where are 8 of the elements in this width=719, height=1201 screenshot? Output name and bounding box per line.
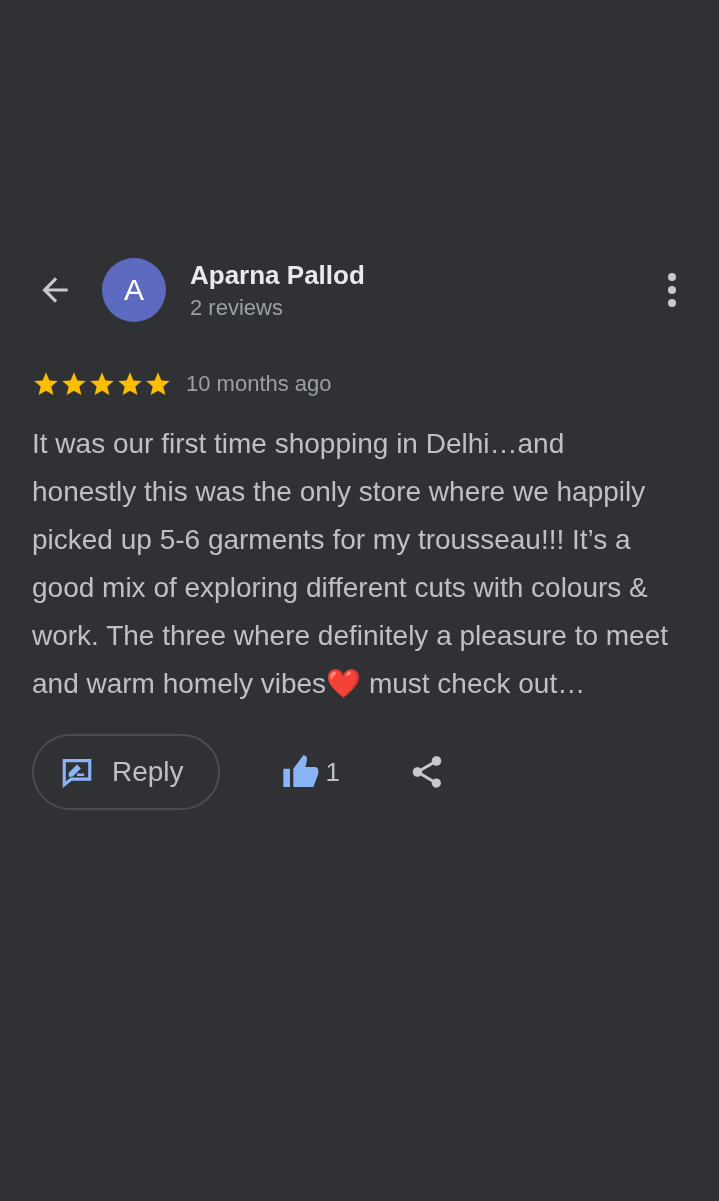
review-text: It was our first time shopping in Delhi…and honestly this was the only store where we happily picked up 5-6 garments for my trousseau!!! It’s a good mix of exploring different cuts with colours & work. The three where definitely a pleasure to meet and warm homely vibes❤ must check out… xyxy=(32,427,670,701)
review-time: 10 months ago xyxy=(186,371,332,397)
reply-button[interactable]: Reply xyxy=(32,734,220,810)
like-button[interactable]: 1 xyxy=(279,752,341,792)
review-count: 2 reviews xyxy=(190,294,284,321)
avatar: A xyxy=(102,258,166,322)
reviewer-name[interactable]: Aparna Pallod xyxy=(190,259,667,291)
more-options-icon[interactable] xyxy=(667,272,677,308)
